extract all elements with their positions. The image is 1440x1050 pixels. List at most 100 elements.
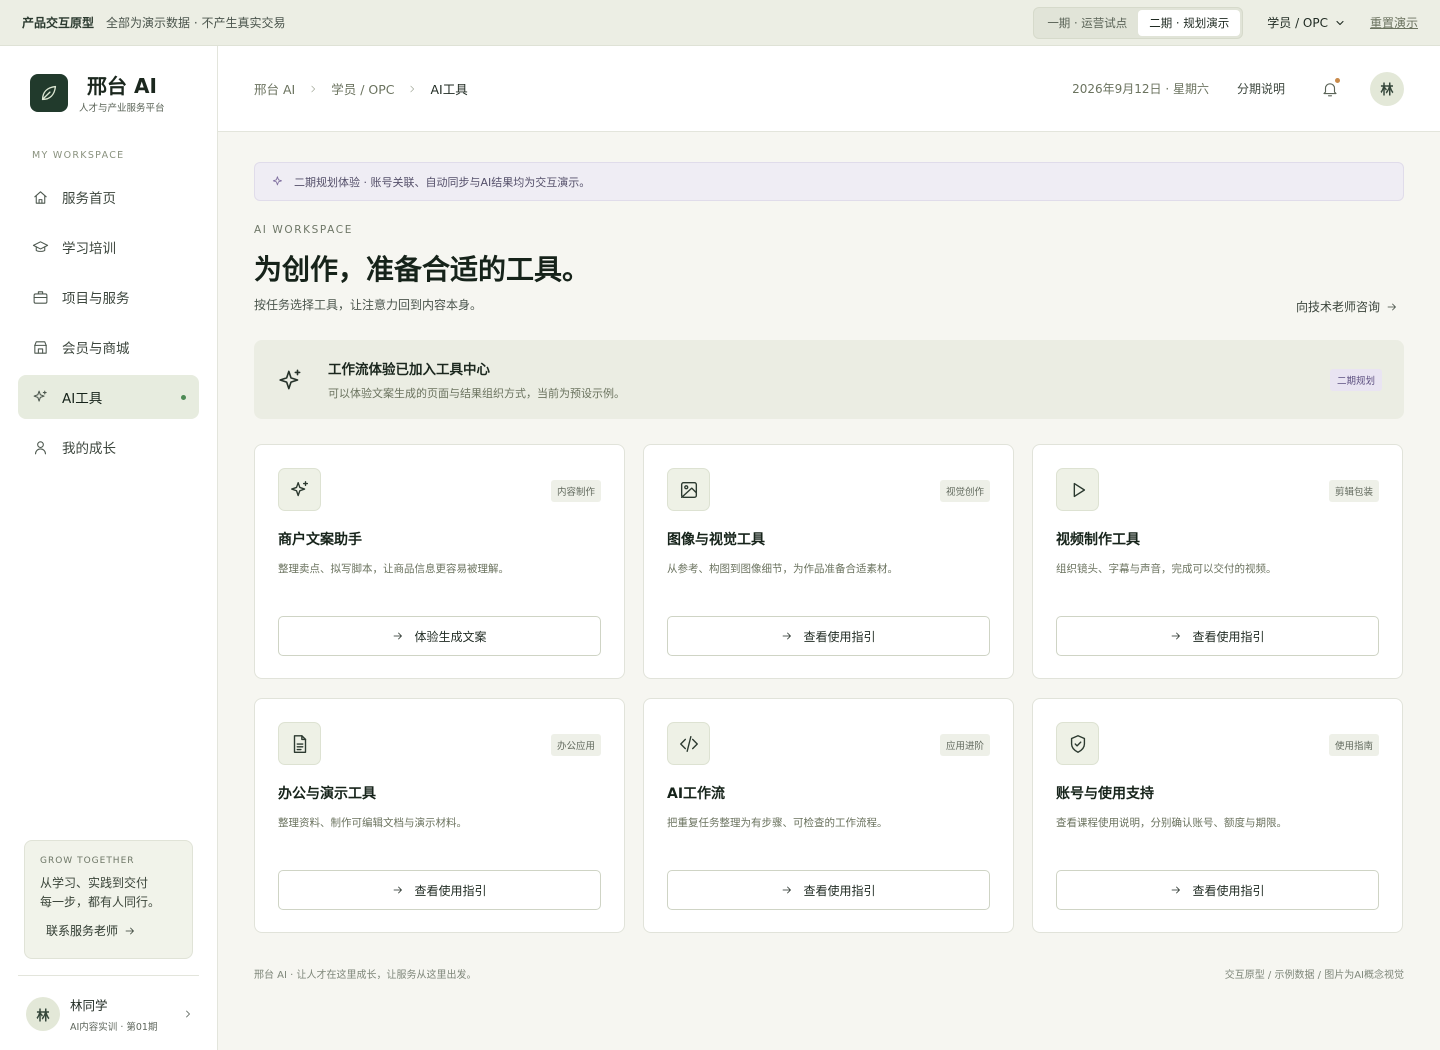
arrow-right-icon [125,927,134,934]
sidebar-nav: 服务首页 学习培训 项目与服务 会员与商城 AI工具 我的成长 [18,175,199,475]
arrow-right-icon [783,886,792,894]
sidebar-item-label: 学习培训 [62,241,116,257]
button-label: 查看使用指引 [1192,629,1265,644]
sidebar-divider [18,975,199,976]
arrow-right-icon [394,886,403,894]
sidebar: 邢台 AI 人才与产业服务平台 MY WORKSPACE 服务首页 学习培训 项… [0,46,218,1050]
arrow-right-icon [783,632,792,640]
section-kicker: AI WORKSPACE [254,224,353,236]
sidebar-item-home[interactable]: 服务首页 [18,175,199,219]
tool-card-account-support: 使用指南 账号与使用支持 查看课程使用说明，分别确认账号、额度与期限。 查看使用… [1032,698,1403,933]
home-icon [34,190,47,204]
phase-option-1[interactable]: 一期 · 运营试点 [1036,10,1138,36]
card-title: 视频制作工具 [1056,532,1140,548]
store-icon [34,340,47,354]
view-guide-button[interactable]: 查看使用指引 [667,870,990,910]
card-title: AI工作流 [667,786,726,802]
card-title: 图像与视觉工具 [667,532,765,548]
brand-name: 邢台 AI [87,74,157,98]
sparkle-icon [279,368,301,389]
active-indicator-dot [181,394,186,400]
current-date: 2026年9月12日 · 星期六 [1072,82,1209,96]
arrow-right-icon [1387,303,1396,310]
breadcrumb-item[interactable]: 邢台 AI [254,79,295,98]
try-copywriting-button[interactable]: 体验生成文案 [278,616,601,656]
button-label: 查看使用指引 [414,883,487,898]
card-description: 把重复任务整理为有步骤、可检查的工作流程。 [667,817,888,829]
card-tag: 内容制作 [550,480,601,502]
sidebar-item-training[interactable]: 学习培训 [18,225,199,269]
card-description: 整理卖点、拟写脚本，让商品信息更容易被理解。 [278,563,509,575]
top-bar: 产品交互原型 全部为演示数据 · 不产生真实交易 一期 · 运营试点 二期 · … [0,0,1440,46]
briefcase-icon [33,290,48,304]
banner-title: 工作流体验已加入工具中心 [328,362,490,378]
tool-card-office: 办公应用 办公与演示工具 整理资料、制作可编辑文档与演示材料。 查看使用指引 [254,698,625,933]
user-profile[interactable]: 林 林同学 AI内容实训 · 第01期 [26,995,194,1033]
avatar[interactable]: 林 [1370,71,1404,106]
chevron-right-icon [410,85,415,92]
notification-button[interactable] [1321,77,1340,98]
phase-badge: 二期规划 [1329,368,1382,391]
button-label: 查看使用指引 [803,629,876,644]
breadcrumb-item[interactable]: 学员 / OPC [331,79,394,98]
breadcrumb: 邢台 AI 学员 / OPC AI工具 [254,79,468,98]
consult-teacher-link[interactable]: 向技术老师咨询 [1296,298,1398,315]
page-header: 邢台 AI 学员 / OPC AI工具 2026年9月12日 · 星期六 分期说… [218,46,1440,132]
workflow-banner: 工作流体验已加入工具中心 可以体验文案生成的页面与结果组织方式，当前为预设示例。… [254,340,1404,419]
card-description: 从参考、构图到图像细节，为作品准备合适素材。 [667,563,898,575]
sparkle-icon [33,390,47,402]
grow-card-label: GROW TOGETHER [40,856,135,866]
tool-cards-grid: 内容制作 商户文案助手 整理卖点、拟写脚本，让商品信息更容易被理解。 体验生成文… [254,444,1404,933]
code-icon [667,722,710,765]
tool-card-image: 视觉创作 图像与视觉工具 从参考、构图到图像细节，为作品准备合适素材。 查看使用… [643,444,1014,679]
card-description: 组织镜头、字幕与声音，完成可以交付的视频。 [1056,563,1277,575]
card-title: 账号与使用支持 [1056,786,1154,802]
arrow-right-icon [394,632,403,640]
document-icon [278,722,321,765]
grow-card-text-line-2: 每一步，都有人同行。 [40,895,161,909]
page-subtitle: 按任务选择工具，让注意力回到内容本身。 [254,298,483,312]
sidebar-item-ai-tools[interactable]: AI工具 [18,375,199,419]
brand[interactable]: 邢台 AI 人才与产业服务平台 [30,74,165,114]
avatar: 林 [26,997,60,1031]
plan-info-link[interactable]: 分期说明 [1237,80,1285,97]
view-guide-button[interactable]: 查看使用指引 [278,870,601,910]
sidebar-item-membership[interactable]: 会员与商城 [18,325,199,369]
leaf-icon [30,74,68,112]
play-icon [1056,468,1099,511]
role-select[interactable]: 学员 / OPC [1267,14,1346,31]
view-guide-button[interactable]: 查看使用指引 [1056,870,1379,910]
sparkle-icon [272,175,282,185]
page-title: 为创作，准备合适的工具。 [254,253,591,286]
graduation-cap-icon [32,240,49,252]
view-guide-button[interactable]: 查看使用指引 [667,616,990,656]
demo-note: 全部为演示数据 · 不产生真实交易 [106,16,286,30]
tool-card-copywriting: 内容制作 商户文案助手 整理卖点、拟写脚本，让商品信息更容易被理解。 体验生成文… [254,444,625,679]
phase-option-2[interactable]: 二期 · 规划演示 [1138,9,1241,36]
card-tag: 应用进阶 [939,734,990,756]
chevron-down-icon [1336,20,1344,25]
card-tag: 使用指南 [1328,734,1379,756]
sidebar-item-projects[interactable]: 项目与服务 [18,275,199,319]
arrow-right-icon [1172,886,1181,894]
tool-card-video: 剪辑包装 视频制作工具 组织镜头、字幕与声音，完成可以交付的视频。 查看使用指引 [1032,444,1403,679]
image-icon [667,468,710,511]
chevron-right-icon [311,85,316,92]
view-guide-button[interactable]: 查看使用指引 [1056,616,1379,656]
workspace-section-label: MY WORKSPACE [32,150,125,161]
footer-tagline: 邢台 AI · 让人才在这里成长，让服务从这里出发。 [254,970,477,981]
reset-demo-link[interactable]: 重置演示 [1370,14,1418,31]
card-description: 查看课程使用说明，分别确认账号、额度与期限。 [1056,817,1287,829]
arrow-right-icon [1172,632,1181,640]
contact-teacher-link[interactable]: 联系服务老师 [46,922,177,939]
button-label: 查看使用指引 [803,883,876,898]
sidebar-item-label: 服务首页 [62,191,116,207]
banner-description: 可以体验文案生成的页面与结果组织方式，当前为预设示例。 [328,387,625,400]
user-name: 林同学 [70,998,108,1013]
phase-notice-text: 二期规划体验 · 账号关联、自动同步与AI结果均为交互演示。 [294,175,591,189]
card-title: 商户文案助手 [278,532,362,548]
chevron-right-icon [186,1010,190,1018]
breadcrumb-current: AI工具 [430,82,468,97]
sidebar-item-growth[interactable]: 我的成长 [18,425,199,469]
sidebar-item-label: AI工具 [62,391,103,407]
